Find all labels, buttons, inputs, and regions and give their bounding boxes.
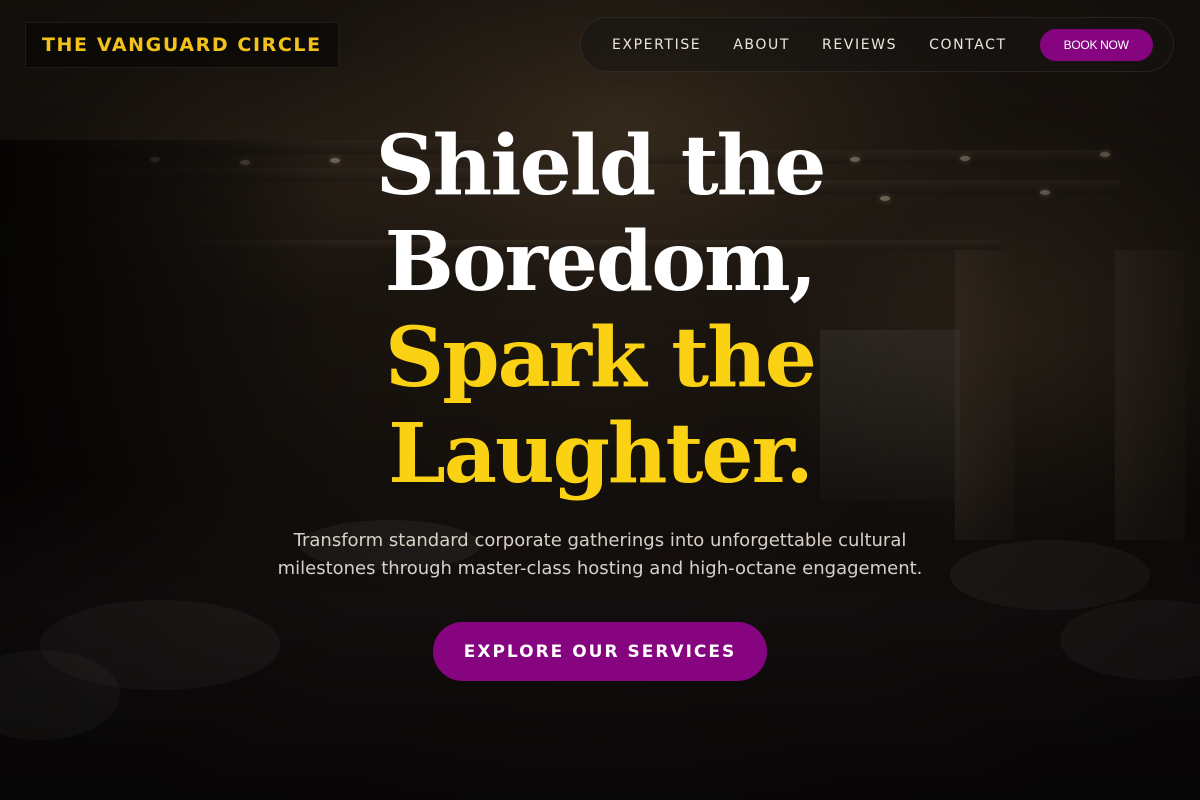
main-nav: EXPERTISE ABOUT REVIEWS CONTACT BOOK NOW: [580, 17, 1174, 72]
brand-name: THE VANGUARD CIRCLE: [42, 34, 322, 56]
nav-link-contact[interactable]: CONTACT: [929, 37, 1007, 53]
landing-page: THE VANGUARD CIRCLE EXPERTISE ABOUT REVI…: [0, 0, 1200, 800]
hero-headline-line-1: Shield the: [375, 118, 827, 214]
explore-services-button[interactable]: EXPLORE OUR SERVICES: [433, 622, 767, 681]
hero-headline: Shield the Boredom, Spark the Laughter.: [300, 118, 900, 502]
book-now-button[interactable]: BOOK NOW: [1039, 28, 1153, 61]
hero-subtitle: Transform standard corporate gatherings …: [277, 530, 923, 579]
hero-headline-line-2: Boredom,: [384, 214, 818, 310]
nav-link-reviews[interactable]: REVIEWS: [822, 37, 897, 53]
nav-link-about[interactable]: ABOUT: [733, 37, 790, 53]
hero-headline-line-4: Laughter.: [388, 406, 814, 502]
brand-logo[interactable]: THE VANGUARD CIRCLE: [25, 22, 339, 68]
hero-headline-line-3: Spark the: [385, 310, 817, 406]
nav-link-expertise[interactable]: EXPERTISE: [612, 37, 701, 53]
